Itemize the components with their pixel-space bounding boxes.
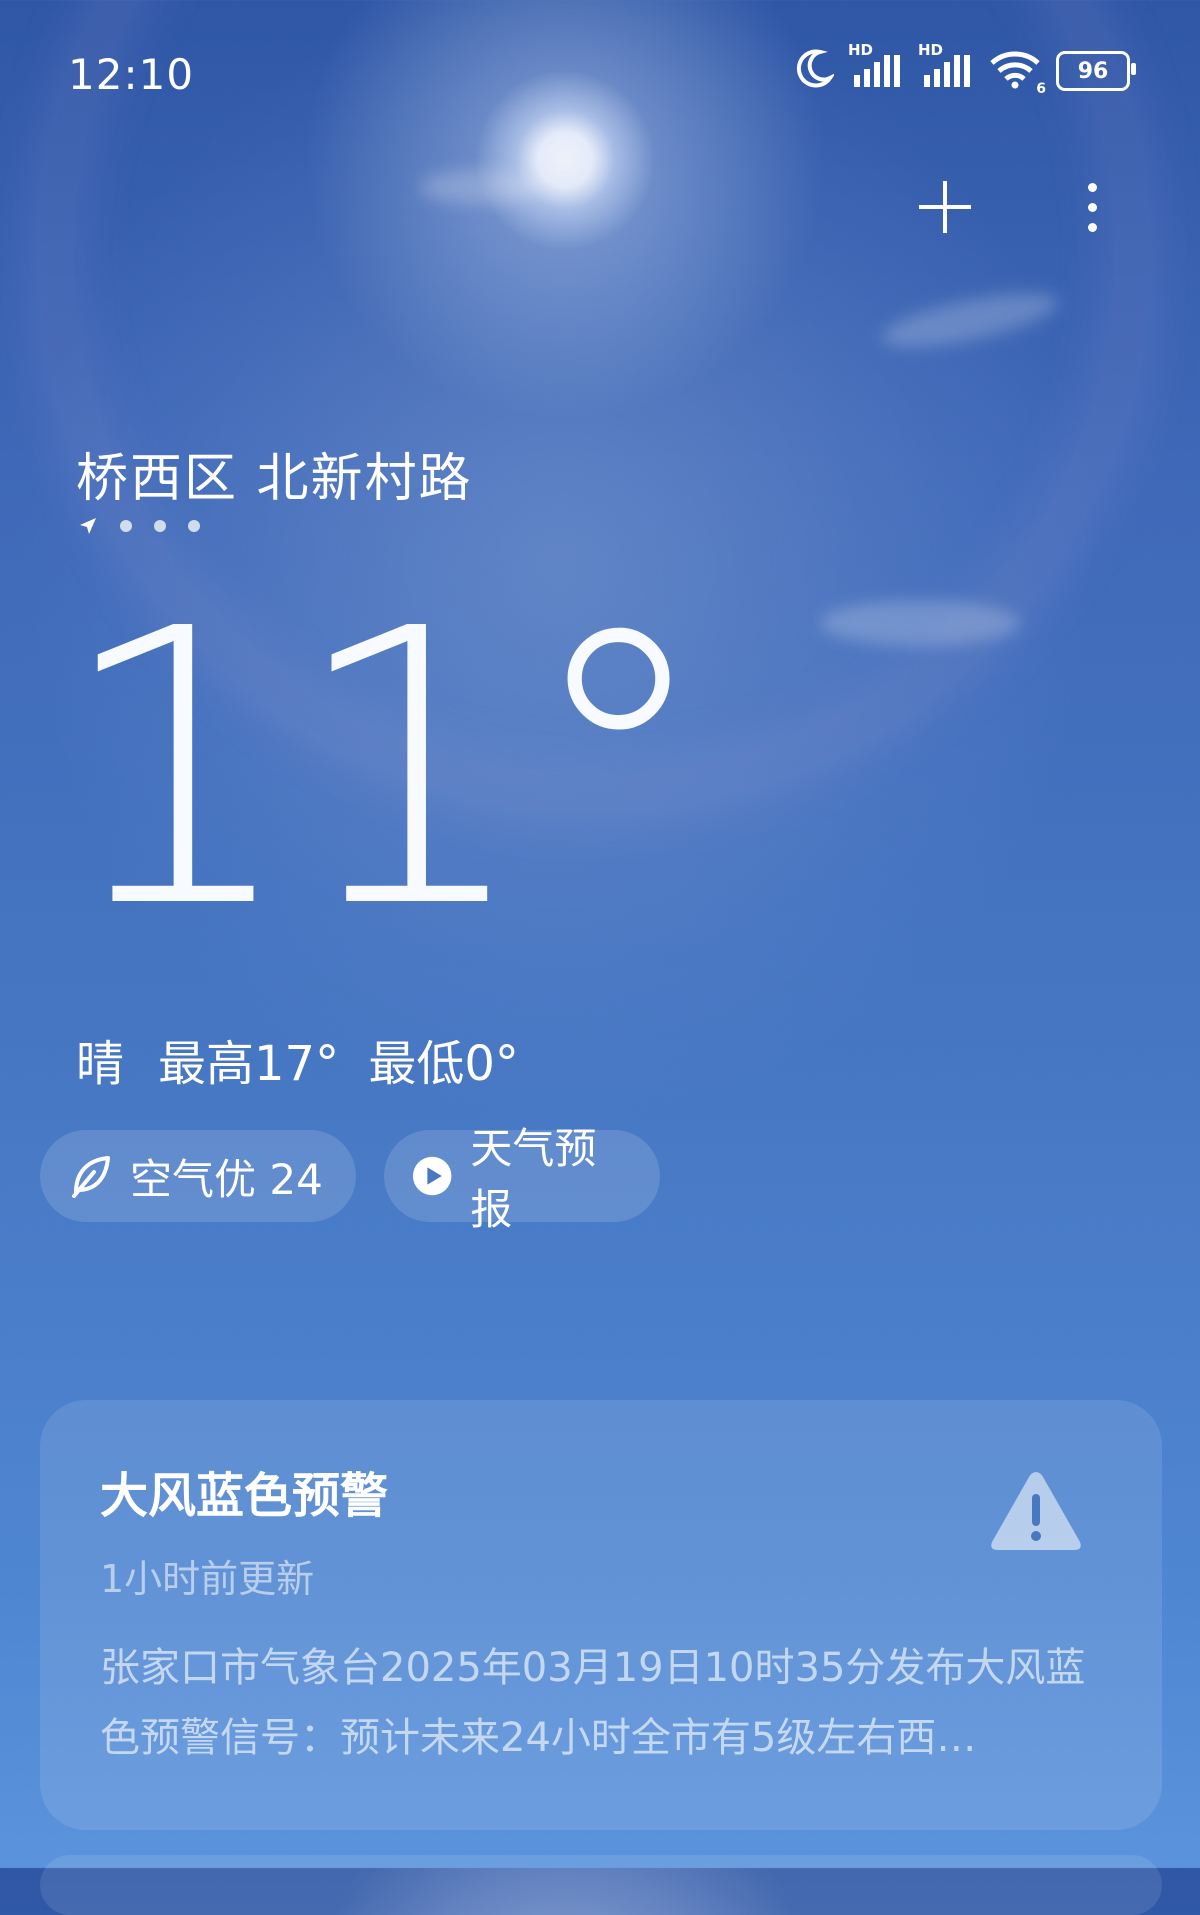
- temp-low: 最低0°: [368, 1036, 519, 1092]
- weather-summary: 晴 最高17° 最低0°: [76, 1024, 519, 1094]
- cloud: [877, 281, 1063, 359]
- wifi-icon: 6: [988, 49, 1046, 97]
- air-quality-pill[interactable]: 空气优 24: [40, 1130, 356, 1222]
- weather-condition: 晴: [76, 1036, 125, 1092]
- weather-forecast-pill[interactable]: 天气预报: [384, 1124, 660, 1234]
- current-temperature: 11°: [56, 548, 714, 991]
- air-quality-label: 空气优 24: [130, 1154, 323, 1204]
- page-dot: [120, 520, 132, 532]
- more-vertical-icon: [1087, 202, 1097, 212]
- plus-icon: [919, 181, 971, 233]
- moon-icon: [794, 48, 836, 94]
- more-vertical-icon: [1087, 182, 1097, 192]
- signal-hd-icon: HD: [848, 41, 904, 93]
- signal-hd-label: HD: [848, 41, 874, 59]
- location-name[interactable]: 桥西区 北新村路: [76, 436, 473, 511]
- leaf-icon: [72, 1156, 110, 1198]
- next-card-peek: [40, 1855, 1162, 1915]
- more-options-button[interactable]: [1072, 172, 1112, 242]
- cloud: [820, 600, 1020, 646]
- page-dot: [188, 520, 200, 532]
- alert-updated-time: 1小时前更新: [100, 1557, 315, 1601]
- cloud: [420, 170, 540, 204]
- alert-body: 张家口市气象台2025年03月19日10时35分发布大风蓝色预警信号：预计未来2…: [100, 1645, 1086, 1761]
- warning-triangle-icon: [991, 1472, 1081, 1550]
- weather-alert-card[interactable]: 大风蓝色预警 1小时前更新 张家口市气象台2025年03月19日10时35分发布…: [40, 1400, 1162, 1830]
- signal-hd-icon: HD: [918, 41, 974, 93]
- high-low: 最高17° 最低0°: [158, 1024, 519, 1094]
- signal-hd-label: HD: [918, 41, 944, 59]
- wifi-badge: 6: [1036, 81, 1046, 97]
- page-dot: [154, 520, 166, 532]
- weather-forecast-label: 天气预报: [470, 1124, 597, 1234]
- page-indicator: [78, 516, 200, 536]
- status-icons: HD HD 6 96: [794, 41, 1136, 97]
- battery-level: 96: [1077, 58, 1109, 84]
- more-vertical-icon: [1087, 222, 1097, 232]
- play-circle-icon: [412, 1156, 452, 1196]
- temp-high: 最高17°: [158, 1036, 340, 1092]
- location-arrow-icon: [80, 518, 96, 534]
- add-city-button[interactable]: [910, 172, 980, 242]
- status-time: 12:10: [68, 50, 195, 99]
- alert-title: 大风蓝色预警: [100, 1468, 389, 1524]
- battery-icon: 96: [1056, 51, 1136, 91]
